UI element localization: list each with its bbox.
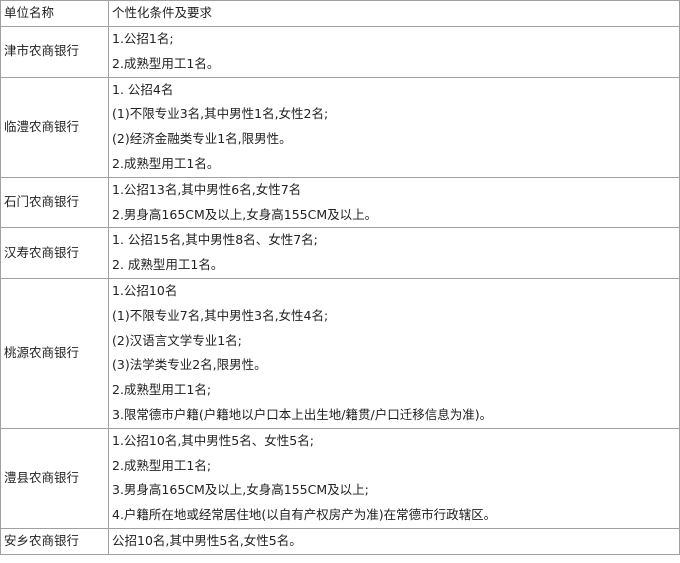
requirements-cell: 1.公招10名,其中男性5名、女性5名; 2.成熟型用工1名; 3.男身高165… [108,427,680,529]
requirements-cell: 1.公招10名 (1)不限专业7名,其中男性3名,女性4名; (2)汉语言文学专… [108,277,680,429]
requirement-line: 1.公招1名; [112,31,174,46]
requirement-line: (1)不限专业7名,其中男性3名,女性4名; [112,307,329,323]
table-row: 临澧农商银行 1. 公招4名 (1)不限专业3名,其中男性1名,女性2名; (2… [0,76,680,178]
requirements-cell: 1. 公招15名,其中男性8名、女性7名; 2. 成熟型用工1名。 [108,227,680,279]
requirement-line: 1.公招13名,其中男性6名,女性7名 [112,181,302,197]
header-unit-name: 单位名称 [0,0,109,27]
unit-name-cell: 石门农商银行 [0,176,109,229]
requirement-line: 1. 公招15名,其中男性8名、女性7名; [112,232,318,248]
requirement-line: 2.男身高165CM及以上,女身高155CM及以上。 [112,206,378,222]
requirement-line: (3)法学类专业2名,限男性。 [112,357,267,373]
requirement-line: 1.公招10名,其中男性5名、女性5名; [112,432,314,448]
table-row: 津市农商银行 1.公招1名; 2.成熟型用工1名。 [0,26,680,78]
requirement-line: 2.成熟型用工1名; [112,382,212,398]
requirement-line: 2.成熟型用工1名; [112,457,212,473]
requirement-line: 1. 公招4名 [112,81,174,97]
requirements-cell: 公招10名,其中男性5名,女性5名。 [108,527,680,555]
requirement-line: 2.成熟型用工1名。 [112,55,220,71]
table-row: 安乡农商银行 公招10名,其中男性5名,女性5名。 [0,527,680,555]
table-row: 桃源农商银行 1.公招10名 (1)不限专业7名,其中男性3名,女性4名; (2… [0,277,680,429]
unit-name-cell: 汉寿农商银行 [0,227,109,279]
requirement-line: 2.成熟型用工1名。 [112,155,220,171]
requirement-line: 4.户籍所在地或经常居住地(以自有产权房产为准)在常德市行政辖区。 [112,507,497,523]
table-row: 澧县农商银行 1.公招10名,其中男性5名、女性5名; 2.成熟型用工1名; 3… [0,427,680,529]
document-page: 单位名称 个性化条件及要求 津市农商银行 1.公招1名; 2.成熟型用工1名。 … [0,0,680,563]
recruitment-table: 单位名称 个性化条件及要求 津市农商银行 1.公招1名; 2.成熟型用工1名。 … [0,0,680,555]
unit-name-cell: 临澧农商银行 [0,76,109,178]
requirement-line: 公招10名,其中男性5名,女性5名。 [112,532,302,548]
unit-name-cell: 澧县农商银行 [0,427,109,529]
table-header-row: 单位名称 个性化条件及要求 [0,0,680,27]
unit-name-cell: 津市农商银行 [0,26,109,78]
unit-name-cell: 安乡农商银行 [0,527,109,555]
requirements-cell: 1.公招1名; 2.成熟型用工1名。 [108,26,680,78]
requirement-line: (1)不限专业3名,其中男性1名,女性2名; [112,106,329,122]
requirements-cell: 1. 公招4名 (1)不限专业3名,其中男性1名,女性2名; (2)经济金融类专… [108,76,680,178]
table-row: 汉寿农商银行 1. 公招15名,其中男性8名、女性7名; 2. 成熟型用工1名。 [0,227,680,279]
requirement-line: (2)经济金融类专业1名,限男性。 [112,131,292,147]
unit-name-cell: 桃源农商银行 [0,277,109,429]
table-row: 石门农商银行 1.公招13名,其中男性6名,女性7名 2.男身高165CM及以上… [0,176,680,229]
requirement-line: (2)汉语言文学专业1名; [112,332,242,348]
header-requirements: 个性化条件及要求 [108,0,680,27]
requirements-cell: 1.公招13名,其中男性6名,女性7名 2.男身高165CM及以上,女身高155… [108,176,680,229]
requirement-line: 3.男身高165CM及以上,女身高155CM及以上; [112,482,369,498]
requirement-line: 3.限常德市户籍(户籍地以户口本上出生地/籍贯/户口迁移信息为准)。 [112,406,493,422]
requirement-line: 1.公招10名 [112,282,178,298]
requirement-line: 2. 成熟型用工1名。 [112,257,224,273]
